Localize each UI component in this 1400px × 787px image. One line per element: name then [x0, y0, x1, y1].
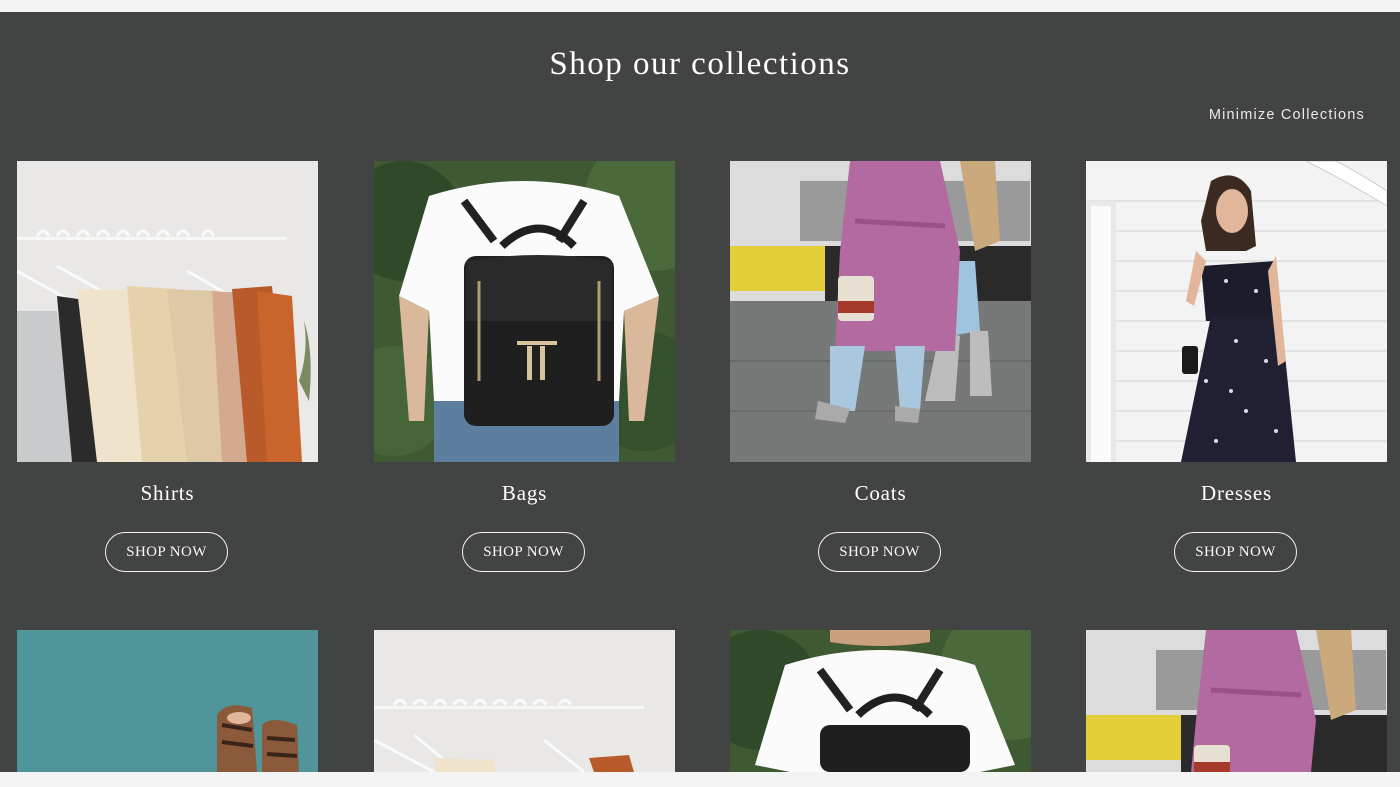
collection-name: Coats	[854, 481, 907, 505]
shop-now-button-shirts[interactable]: SHOP NOW	[105, 532, 228, 572]
collection-image[interactable]	[374, 630, 675, 772]
collection-card-shirts[interactable]: Shirts SHOP NOW	[17, 161, 318, 572]
collection-card[interactable]	[17, 630, 318, 772]
collection-card[interactable]	[1086, 630, 1387, 772]
shop-now-button-dresses[interactable]: SHOP NOW	[1174, 532, 1297, 572]
collections-section: Shop our collections Minimize Collection…	[0, 12, 1400, 772]
collection-image-shirts[interactable]	[17, 161, 318, 462]
shop-now-button-coats[interactable]: SHOP NOW	[818, 532, 941, 572]
shop-now-button-bags[interactable]: SHOP NOW	[462, 532, 585, 572]
collection-card-dresses[interactable]: Dresses SHOP NOW	[1086, 161, 1387, 572]
bottom-border	[0, 772, 1400, 787]
collection-card[interactable]	[730, 630, 1031, 772]
collection-name: Bags	[501, 481, 548, 505]
collection-image[interactable]	[17, 630, 318, 772]
collection-image-coats[interactable]	[730, 161, 1031, 462]
collection-image[interactable]	[730, 630, 1031, 772]
collection-card-bags[interactable]: Bags SHOP NOW	[374, 161, 675, 572]
collection-image-dresses[interactable]	[1086, 161, 1387, 462]
collection-card[interactable]	[374, 630, 675, 772]
collection-image[interactable]	[1086, 630, 1387, 772]
minimize-collections-link[interactable]: Minimize Collections	[1209, 107, 1365, 123]
collection-name: Dresses	[1201, 481, 1272, 505]
collection-image-bags[interactable]	[374, 161, 675, 462]
collection-name: Shirts	[140, 481, 195, 505]
section-title: Shop our collections	[549, 46, 851, 82]
collection-card-coats[interactable]: Coats SHOP NOW	[730, 161, 1031, 572]
top-border	[0, 0, 1400, 12]
